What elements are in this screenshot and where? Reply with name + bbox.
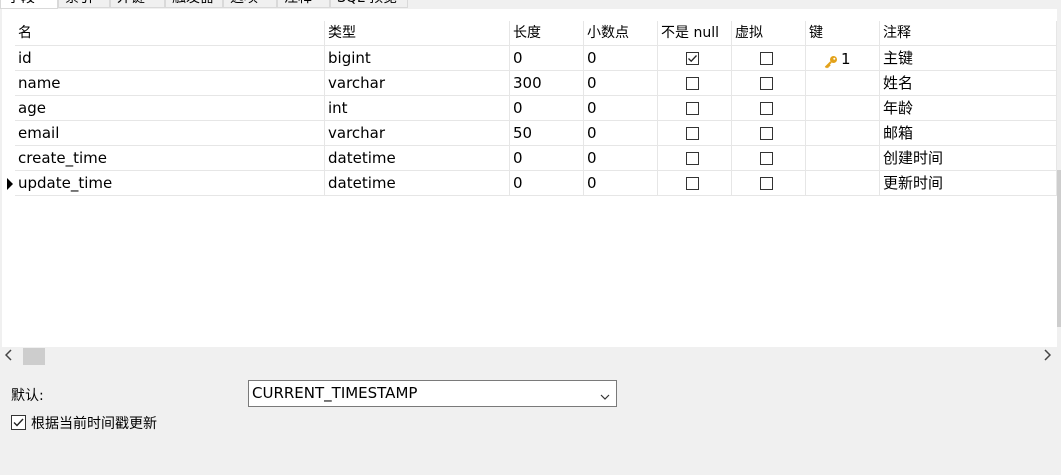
virtual-checkbox[interactable] (760, 52, 773, 65)
column-header-virtual[interactable]: 虚拟 (732, 21, 806, 46)
field-type-cell[interactable]: datetime (325, 146, 510, 171)
field-decimals-cell[interactable]: 0 (584, 96, 658, 121)
key-cell[interactable] (806, 121, 880, 146)
column-header-key[interactable]: 键 (806, 21, 880, 46)
table-row[interactable]: update_time datetime 0 0 更新时间 (2, 171, 1057, 196)
grid-header: 名 类型 长度 小数点 不是 null 虚拟 键 注释 (2, 21, 1057, 46)
key-icon (824, 52, 838, 68)
not-null-cell (658, 46, 732, 71)
field-name-cell[interactable]: create_time (15, 146, 325, 171)
checkmark-icon (13, 418, 24, 427)
field-name-cell[interactable]: name (15, 71, 325, 96)
virtual-checkbox[interactable] (760, 77, 773, 90)
virtual-checkbox[interactable] (760, 102, 773, 115)
field-length-cell[interactable]: 0 (510, 171, 584, 196)
field-type-cell[interactable]: varchar (325, 71, 510, 96)
default-value-select[interactable]: CURRENT_TIMESTAMP (248, 380, 617, 407)
field-decimals-cell[interactable]: 0 (584, 171, 658, 196)
chevron-right-icon[interactable] (1040, 349, 1054, 363)
field-name-cell[interactable]: id (15, 46, 325, 71)
row-pointer-icon (7, 178, 13, 190)
key-cell[interactable] (806, 171, 880, 196)
table-row[interactable]: id bigint 0 0 1 主键 (2, 46, 1057, 71)
not-null-cell (658, 171, 732, 196)
chevron-down-icon (600, 389, 610, 405)
field-length-cell[interactable]: 50 (510, 121, 584, 146)
not-null-checkbox[interactable] (686, 52, 699, 65)
not-null-checkbox[interactable] (686, 102, 699, 115)
field-comment-cell[interactable]: 主键 (880, 46, 1057, 71)
table-row[interactable]: age int 0 0 年龄 (2, 96, 1057, 121)
column-header-length[interactable]: 长度 (510, 21, 584, 46)
virtual-cell (732, 171, 806, 196)
field-comment-cell[interactable]: 创建时间 (880, 146, 1057, 171)
scroll-thumb[interactable] (23, 348, 45, 365)
on-update-label: 根据当前时间戳更新 (31, 416, 157, 432)
virtual-cell (732, 71, 806, 96)
column-header-comment[interactable]: 注释 (880, 21, 1057, 46)
table-row[interactable]: name varchar 300 0 姓名 (2, 71, 1057, 96)
field-name-cell[interactable]: update_time (15, 171, 325, 196)
column-header-name[interactable]: 名 (15, 21, 325, 46)
tab-comment[interactable]: 注释 (277, 0, 330, 8)
virtual-checkbox[interactable] (760, 177, 773, 190)
tab-triggers[interactable]: 触发器 (165, 0, 223, 8)
not-null-cell (658, 146, 732, 171)
table-row[interactable]: email varchar 50 0 邮箱 (2, 121, 1057, 146)
key-cell[interactable] (806, 146, 880, 171)
field-name-cell[interactable]: email (15, 121, 325, 146)
tab-foreign-keys[interactable]: 外键 (110, 0, 165, 8)
field-comment-cell[interactable]: 年龄 (880, 96, 1057, 121)
field-name-cell[interactable]: age (15, 96, 325, 121)
virtual-cell (732, 121, 806, 146)
key-cell[interactable] (806, 96, 880, 121)
tab-sql-preview[interactable]: SQL 预览 (330, 0, 408, 8)
field-comment-cell[interactable]: 更新时间 (880, 171, 1057, 196)
tab-fields[interactable]: 字段 (0, 0, 58, 9)
default-value: CURRENT_TIMESTAMP (252, 384, 418, 402)
column-header-type[interactable]: 类型 (325, 21, 510, 46)
field-length-cell[interactable]: 0 (510, 96, 584, 121)
tab-options[interactable]: 选项 (223, 0, 277, 8)
column-header-not-null[interactable]: 不是 null (658, 21, 732, 46)
virtual-cell (732, 46, 806, 71)
field-decimals-cell[interactable]: 0 (584, 46, 658, 71)
virtual-cell (732, 146, 806, 171)
key-cell[interactable]: 1 (806, 46, 880, 71)
field-comment-cell[interactable]: 姓名 (880, 71, 1057, 96)
table-row[interactable]: create_time datetime 0 0 创建时间 (2, 146, 1057, 171)
field-type-cell[interactable]: int (325, 96, 510, 121)
field-length-cell[interactable]: 0 (510, 146, 584, 171)
not-null-cell (658, 121, 732, 146)
not-null-checkbox[interactable] (686, 177, 699, 190)
virtual-checkbox[interactable] (760, 152, 773, 165)
key-order: 1 (841, 49, 851, 68)
tab-strip: 字段 索引 外键 触发器 选项 注释 SQL 预览 (0, 0, 1061, 9)
field-decimals-cell[interactable]: 0 (584, 146, 658, 171)
fields-grid: 名 类型 长度 小数点 不是 null 虚拟 键 注释 id bigint 0 0 1 主… (2, 9, 1057, 347)
field-decimals-cell[interactable]: 0 (584, 121, 658, 146)
vertical-scrollbar[interactable] (1057, 170, 1061, 327)
virtual-checkbox[interactable] (760, 127, 773, 140)
on-update-checkbox[interactable] (11, 415, 26, 430)
virtual-cell (732, 96, 806, 121)
field-comment-cell[interactable]: 邮箱 (880, 121, 1057, 146)
not-null-checkbox[interactable] (686, 77, 699, 90)
horizontal-scrollbar[interactable] (0, 347, 1061, 365)
chevron-left-icon[interactable] (2, 349, 16, 363)
tab-indexes[interactable]: 索引 (58, 0, 110, 8)
field-type-cell[interactable]: datetime (325, 171, 510, 196)
field-type-cell[interactable]: varchar (325, 121, 510, 146)
default-label: 默认: (11, 388, 44, 404)
not-null-checkbox[interactable] (686, 152, 699, 165)
not-null-cell (658, 71, 732, 96)
field-length-cell[interactable]: 300 (510, 71, 584, 96)
key-cell[interactable] (806, 71, 880, 96)
field-length-cell[interactable]: 0 (510, 46, 584, 71)
not-null-checkbox[interactable] (686, 127, 699, 140)
not-null-cell (658, 96, 732, 121)
field-type-cell[interactable]: bigint (325, 46, 510, 71)
column-header-decimals[interactable]: 小数点 (584, 21, 658, 46)
field-decimals-cell[interactable]: 0 (584, 71, 658, 96)
